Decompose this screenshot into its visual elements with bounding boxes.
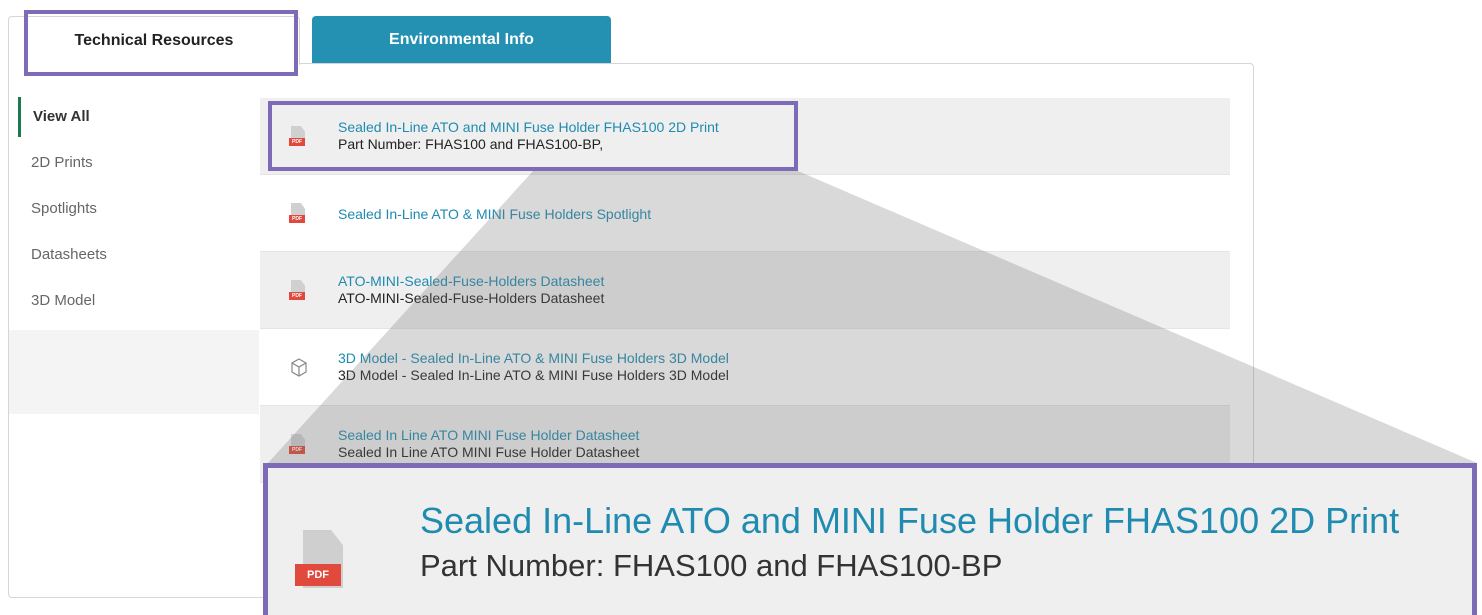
tab-environmental-info[interactable]: Environmental Info	[312, 16, 611, 64]
zoomed-resource-title[interactable]: Sealed In-Line ATO and MINI Fuse Holder …	[420, 500, 1399, 542]
highlight-frame-tab	[24, 10, 298, 76]
sidebar-item-datasheets[interactable]: Datasheets	[18, 235, 258, 281]
cube-icon	[289, 357, 307, 379]
pdf-icon: PDF	[295, 530, 349, 594]
pdf-icon: PDF	[289, 434, 307, 456]
list-item[interactable]: 3D Model - Sealed In-Line ATO & MINI Fus…	[260, 329, 1230, 406]
resource-subtitle: ATO-MINI-Sealed-Fuse-Holders Datasheet	[338, 290, 605, 306]
list-item[interactable]: PDF Sealed In-Line ATO & MINI Fuse Holde…	[260, 175, 1230, 252]
zoomed-resource-callout: PDF Sealed In-Line ATO and MINI Fuse Hol…	[263, 463, 1477, 615]
resource-subtitle: 3D Model - Sealed In-Line ATO & MINI Fus…	[338, 367, 729, 383]
sidebar-item-2d-prints[interactable]: 2D Prints	[18, 143, 258, 189]
resource-title-link[interactable]: Sealed In-Line ATO & MINI Fuse Holders S…	[338, 206, 651, 223]
sidebar-item-view-all[interactable]: View All	[18, 97, 258, 137]
resource-subtitle: Sealed In Line ATO MINI Fuse Holder Data…	[338, 444, 640, 460]
resource-title-link[interactable]: 3D Model - Sealed In-Line ATO & MINI Fus…	[338, 350, 729, 367]
resource-title-link[interactable]: ATO-MINI-Sealed-Fuse-Holders Datasheet	[338, 273, 604, 290]
highlight-frame-row	[268, 101, 798, 171]
sidebar-item-3d-model[interactable]: 3D Model	[18, 281, 258, 327]
pdf-icon: PDF	[289, 280, 307, 302]
sidebar-item-spotlights[interactable]: Spotlights	[18, 189, 258, 235]
sidebar-footer-area	[9, 330, 259, 414]
zoomed-resource-part-number: Part Number: FHAS100 and FHAS100-BP	[420, 548, 1003, 583]
pdf-icon: PDF	[289, 203, 307, 225]
resource-filter-sidebar: View All 2D Prints Spotlights Datasheets…	[18, 97, 258, 327]
list-item[interactable]: PDF ATO-MINI-Sealed-Fuse-Holders Datashe…	[260, 252, 1230, 329]
resource-title-link[interactable]: Sealed In Line ATO MINI Fuse Holder Data…	[338, 427, 639, 444]
